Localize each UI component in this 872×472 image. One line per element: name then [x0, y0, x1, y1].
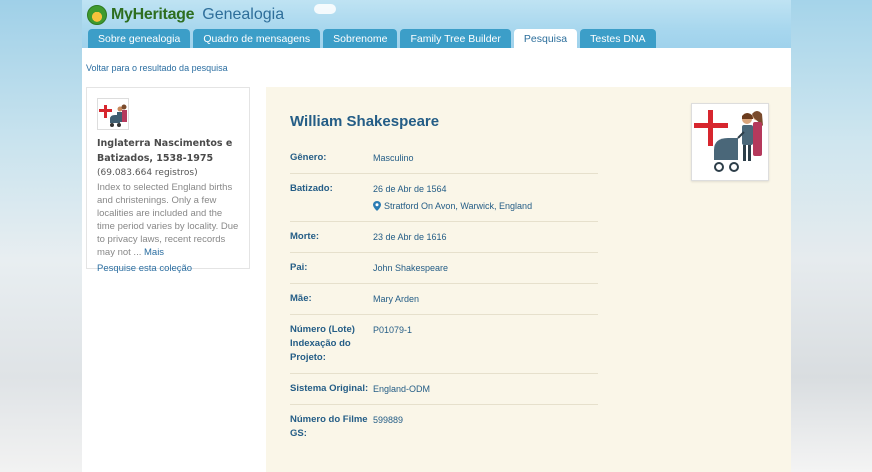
field-batch-number: Número (Lote) Indexação do Projeto: P010… — [290, 315, 598, 374]
field-value: 23 de Abr de 1616 — [373, 232, 447, 242]
background-left — [0, 0, 82, 472]
field-gender: Gênero: Masculino — [290, 143, 598, 174]
field-label: Número (Lote) Indexação do Projeto: — [290, 324, 355, 363]
background-right — [790, 0, 872, 472]
field-label: Número do Filme GS: — [290, 414, 368, 439]
field-label: Gênero: — [290, 152, 327, 163]
site-header: MyHeritage Genealogia Sobre genealogia Q… — [82, 0, 791, 48]
field-value: 26 de Abr de 1564 — [373, 184, 447, 194]
field-mother: Mãe: Mary Arden — [290, 284, 598, 315]
field-death: Morte: 23 de Abr de 1616 — [290, 222, 598, 253]
brand-name: MyHeritage — [111, 6, 195, 23]
myheritage-logo-icon — [87, 5, 107, 25]
tab-message-board[interactable]: Quadro de mensagens — [193, 29, 321, 48]
brand-section: Genealogia — [202, 6, 285, 23]
logo[interactable]: MyHeritage Genealogia — [87, 5, 284, 25]
collection-title[interactable]: Inglaterra Nascimentos e Batizados, 1538… — [97, 136, 239, 166]
field-baptism: Batizado: 26 de Abr de 1564 Stratford On… — [290, 174, 598, 222]
field-value-group: 26 de Abr de 1564 Stratford On Avon, War… — [373, 182, 598, 213]
family-stroller-icon — [694, 110, 763, 172]
field-label: Mãe: — [290, 293, 312, 304]
record-fields: Gênero: Masculino Batizado: 26 de Abr de… — [290, 143, 598, 449]
field-label: Pai: — [290, 262, 308, 273]
cloud-decoration — [314, 4, 336, 14]
field-value: Mary Arden — [373, 294, 420, 304]
back-to-results-link[interactable]: Voltar para o resultado da pesquisa — [86, 63, 228, 73]
field-label: Sistema Original: — [290, 383, 369, 394]
collection-description: Index to selected England births and chr… — [97, 181, 239, 259]
tab-surname[interactable]: Sobrenome — [323, 29, 398, 48]
field-label: Batizado: — [290, 183, 333, 194]
map-pin-icon — [373, 201, 381, 211]
collection-record-count: (69.083.664 registros) — [97, 168, 198, 178]
field-value: John Shakespeare — [373, 263, 449, 273]
page: MyHeritage Genealogia Sobre genealogia Q… — [82, 0, 791, 472]
england-flag-icon — [99, 104, 127, 127]
record-panel: William Shakespeare Gênero: Masculino Ba… — [266, 87, 791, 472]
field-value: England-ODM — [373, 384, 431, 394]
collection-description-text: Index to selected England births and chr… — [97, 182, 239, 258]
field-gs-film-number: Número do Filme GS: 599889 — [290, 405, 598, 449]
collection-thumbnail[interactable] — [97, 98, 129, 130]
tab-about-genealogy[interactable]: Sobre genealogia — [88, 29, 191, 48]
tab-search[interactable]: Pesquisa — [513, 29, 578, 48]
baptism-place-text: Stratford On Avon, Warwick, England — [384, 201, 533, 211]
tab-family-tree-builder[interactable]: Family Tree Builder — [400, 29, 511, 48]
field-value: P01079-1 — [373, 325, 413, 335]
record-name: William Shakespeare — [290, 113, 440, 130]
field-father: Pai: John Shakespeare — [290, 253, 598, 284]
record-collection-image — [691, 103, 769, 181]
field-value: 599889 — [373, 415, 404, 425]
field-label: Morte: — [290, 231, 320, 242]
field-original-system: Sistema Original: England-ODM — [290, 374, 598, 405]
field-value: Masculino — [373, 153, 414, 163]
more-link[interactable]: Mais — [144, 247, 164, 258]
baptism-place[interactable]: Stratford On Avon, Warwick, England — [373, 199, 598, 213]
search-collection-link[interactable]: Pesquise esta coleção — [97, 263, 239, 274]
tab-dna-tests[interactable]: Testes DNA — [580, 29, 656, 48]
collection-card: Inglaterra Nascimentos e Batizados, 1538… — [86, 87, 250, 274]
main-tabs: Sobre genealogia Quadro de mensagens Sob… — [88, 29, 656, 48]
